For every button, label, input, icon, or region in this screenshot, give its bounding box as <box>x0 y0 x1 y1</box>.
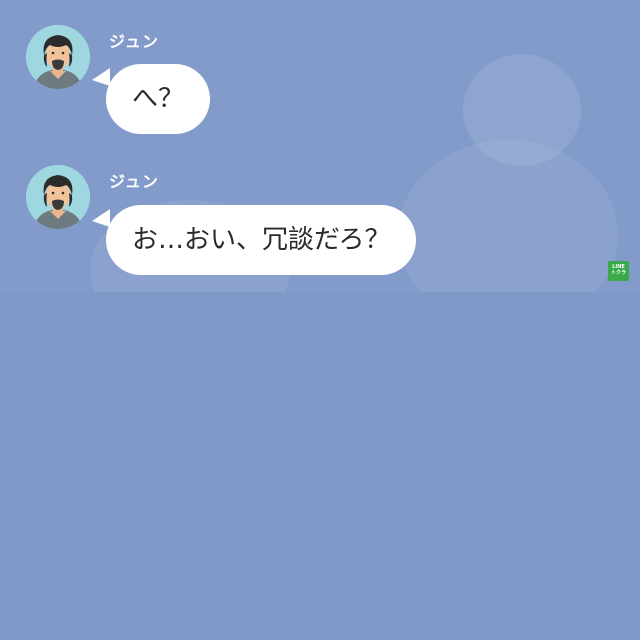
user-avatar-icon[interactable] <box>26 165 90 229</box>
message-bubble[interactable]: お…おい、冗談だろ？ <box>106 205 417 275</box>
chat-area: ジュン へ？ ジュン お…おい、冗談だろ？ LINE トクラ <box>0 0 640 292</box>
user-avatar-icon[interactable] <box>26 25 90 89</box>
empty-area <box>0 292 640 640</box>
watermark-line2: トクラ <box>610 270 626 276</box>
sender-name: ジュン <box>109 172 159 191</box>
watermark-logo: LINE トクラ <box>608 261 629 281</box>
sender-name: ジュン <box>109 32 159 51</box>
message-bubble[interactable]: へ？ <box>106 64 211 134</box>
bubble-tail <box>92 68 110 86</box>
background-figure-body <box>398 140 618 292</box>
bubble-tail <box>92 209 110 227</box>
